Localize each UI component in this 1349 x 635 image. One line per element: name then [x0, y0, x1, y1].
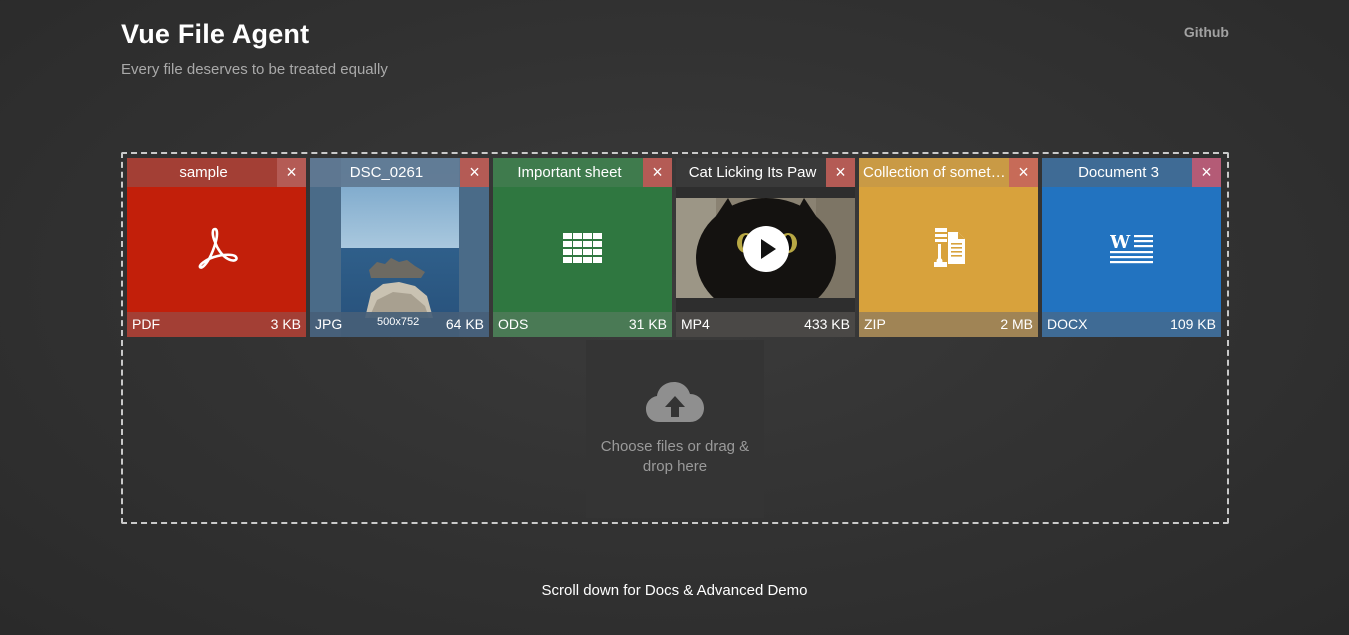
- file-card-dsc-0261[interactable]: DSC_0261 × JPG 500x752 64 KB: [310, 158, 489, 337]
- svg-text:W: W: [1110, 232, 1131, 253]
- remove-file-button[interactable]: ×: [826, 158, 855, 187]
- cloud-upload-icon: [646, 382, 704, 422]
- play-icon[interactable]: [742, 226, 789, 273]
- word-icon: W: [1109, 232, 1153, 263]
- file-card-document-3[interactable]: W Document 3 × DOCX 109 KB: [1042, 158, 1221, 337]
- remove-file-button[interactable]: ×: [460, 158, 489, 187]
- file-size: 31 KB: [628, 316, 667, 332]
- file-extension: PDF: [132, 316, 160, 332]
- remove-file-button[interactable]: ×: [1192, 158, 1221, 187]
- file-info-bar: DOCX 109 KB: [1042, 312, 1221, 337]
- remove-file-button[interactable]: ×: [643, 158, 672, 187]
- file-card-cat-licking-its-paw[interactable]: Cat Licking Its Paw × MP4 433 KB: [676, 158, 855, 337]
- file-info-bar: JPG 500x752 64 KB: [310, 312, 489, 337]
- github-link[interactable]: Github: [1184, 24, 1229, 40]
- file-size: 3 KB: [270, 316, 301, 332]
- file-extension: DOCX: [1047, 316, 1088, 332]
- file-card-sample[interactable]: sample × PDF 3 KB: [127, 158, 306, 337]
- page: Vue File Agent Every file deserves to be…: [0, 0, 1349, 635]
- file-info-bar: ZIP 2 MB: [859, 312, 1038, 337]
- file-size: 2 MB: [1000, 316, 1033, 332]
- file-info-bar: PDF 3 KB: [127, 312, 306, 337]
- file-extension: ZIP: [864, 316, 886, 332]
- app-subtitle: Every file deserves to be treated equall…: [121, 61, 388, 78]
- file-extension: JPG: [315, 316, 343, 332]
- file-info-bar: MP4 433 KB: [676, 312, 855, 337]
- scroll-hint: Scroll down for Docs & Advanced Demo: [541, 582, 808, 599]
- app-title: Vue File Agent: [121, 19, 310, 49]
- file-card-collection[interactable]: Collection of someth... × ZIP 2 MB: [859, 158, 1038, 337]
- upload-button[interactable]: Choose files or drag & drop here: [586, 340, 764, 518]
- file-dropzone[interactable]: sample × PDF 3 KB DSC_0261 × JPG 500x752…: [121, 152, 1229, 524]
- header: Vue File Agent Every file deserves to be…: [121, 18, 1229, 88]
- file-info-bar: ODS 31 KB: [493, 312, 672, 337]
- remove-file-button[interactable]: ×: [1009, 158, 1038, 187]
- file-card-important-sheet[interactable]: Important sheet × ODS 31 KB: [493, 158, 672, 337]
- remove-file-button[interactable]: ×: [277, 158, 306, 187]
- pdf-icon: [198, 227, 238, 269]
- image-dimensions: 500x752: [377, 316, 420, 328]
- file-size: 109 KB: [1170, 316, 1216, 332]
- file-extension: MP4: [681, 316, 710, 332]
- upload-instructions: Choose files or drag & drop here: [600, 438, 750, 475]
- archive-icon: [933, 227, 965, 267]
- file-extension: ODS: [498, 316, 529, 332]
- file-size: 433 KB: [804, 316, 850, 332]
- file-size: 64 KB: [445, 316, 484, 332]
- spreadsheet-icon: [562, 232, 602, 263]
